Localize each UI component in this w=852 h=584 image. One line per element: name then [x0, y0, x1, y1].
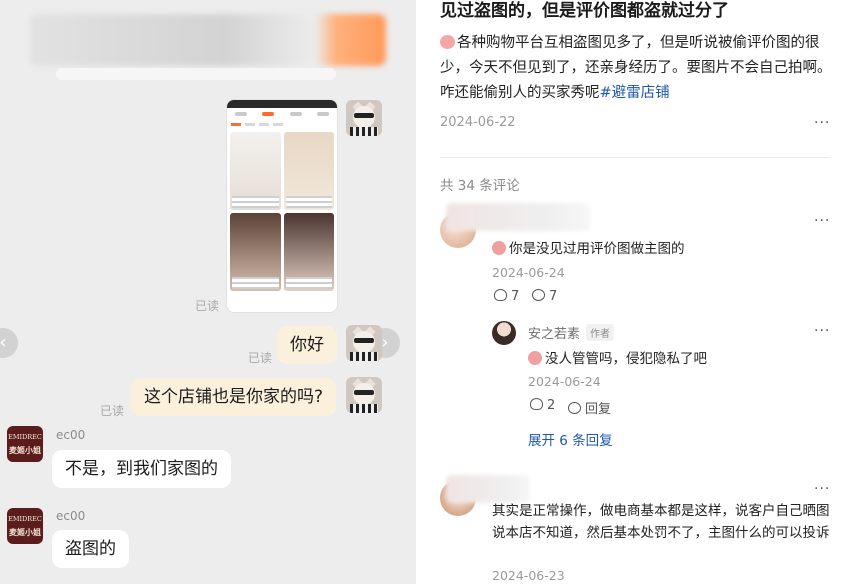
pig-emoji-icon: [440, 35, 455, 49]
chevron-left-icon: ‹: [0, 332, 7, 353]
shop-logo-text: 麦姬小姐: [9, 528, 41, 537]
reply-count-button[interactable]: 7: [532, 289, 557, 304]
sender-name: ec00: [56, 509, 86, 523]
reply-text: 没人管管吗，侵犯隐私了吧: [528, 347, 707, 367]
author-avatar[interactable]: [492, 321, 516, 345]
message-bubble-received[interactable]: 不是，到我们家图的: [52, 450, 231, 488]
like-button[interactable]: 7: [494, 289, 519, 304]
product-card: [230, 213, 281, 291]
message-bubble-sent[interactable]: 你好: [277, 326, 337, 364]
my-avatar[interactable]: [346, 377, 382, 413]
message-bubble-received[interactable]: 盗图的: [52, 530, 129, 568]
comment-icon: [568, 402, 581, 414]
my-avatar[interactable]: [346, 100, 382, 136]
message-bubble-sent[interactable]: 这个店铺也是你家的吗?: [131, 378, 337, 416]
blurred-message: [30, 14, 386, 66]
hashtag-link[interactable]: #避雷店铺: [600, 85, 670, 101]
reply-more-button[interactable]: ···: [814, 323, 830, 339]
comment-text: 其实是正常操作，做电商基本都是这样，说客户自己晒图说本店不知道，然后基本处罚不了…: [492, 503, 830, 541]
prev-image-button[interactable]: ‹: [0, 328, 18, 358]
heart-icon: [494, 289, 507, 301]
shop-logo-text: EMIDREC: [8, 433, 42, 441]
emoji-icon: [492, 241, 506, 255]
post-body: 各种购物平台互相盗图见多了，但是听说被偷评价图的很少，今天不但见到了，还亲身经历…: [440, 31, 840, 106]
screenshot-root: 已读 ‹ › 你好 已读 这个店铺也是你家的吗? 已读 EMIDREC 麦姬小姐…: [0, 0, 852, 584]
comment-more-button[interactable]: ···: [814, 481, 830, 497]
shop-avatar[interactable]: EMIDREC 麦姬小姐: [7, 508, 43, 544]
comment-text: 你是没见过用评价图做主图的: [492, 237, 685, 257]
product-card: [230, 132, 281, 210]
divider: [440, 157, 830, 158]
sender-name: ec00: [56, 428, 86, 442]
emoji-icon: [528, 351, 542, 365]
read-status: 已读: [248, 351, 273, 365]
shop-logo-text: 麦姬小姐: [9, 446, 41, 455]
chat-panel: 已读 ‹ › 你好 已读 这个店铺也是你家的吗? 已读 EMIDREC 麦姬小姐…: [0, 0, 416, 584]
chevron-right-icon: ›: [381, 332, 389, 353]
comment-icon: [532, 289, 545, 301]
comment-date: 2024-06-24: [492, 265, 565, 280]
product-card: [283, 132, 334, 210]
like-button[interactable]: 2: [530, 398, 555, 413]
author-badge: 作者: [586, 324, 615, 341]
reply-author[interactable]: 安之若素 作者: [528, 323, 615, 342]
blurred-username: [446, 203, 590, 231]
product-card: [283, 213, 334, 291]
phone-subtabs: [227, 120, 337, 129]
shop-avatar[interactable]: EMIDREC 麦姬小姐: [7, 426, 43, 462]
comment-more-button[interactable]: ···: [814, 213, 830, 229]
phone-tabs: [227, 108, 337, 120]
shared-image-message[interactable]: [226, 99, 338, 313]
shop-logo-text: EMIDREC: [8, 515, 42, 523]
expand-replies-link[interactable]: 展开 6 条回复: [528, 429, 613, 449]
phone-status-bar: [227, 100, 337, 108]
read-status: 已读: [100, 404, 125, 418]
blurred-username: [446, 475, 530, 503]
product-grid: [227, 129, 337, 294]
blurred-message-line: [56, 68, 336, 80]
my-avatar[interactable]: [346, 325, 382, 361]
post-panel: 见过盗图的，但是评价图都盗就过分了 各种购物平台互相盗图见多了，但是听说被偷评价…: [416, 0, 852, 584]
comment-count: 共 34 条评论: [440, 178, 520, 194]
post-date: 2024-06-22: [440, 115, 516, 130]
post-title: 见过盗图的，但是评价图都盗就过分了: [440, 1, 729, 21]
heart-icon: [530, 398, 543, 410]
comment-date: 2024-06-23: [492, 568, 565, 583]
post-more-button[interactable]: ···: [814, 115, 830, 131]
reply-date: 2024-06-24: [528, 374, 601, 389]
read-status: 已读: [195, 299, 220, 313]
reply-button[interactable]: 回复: [568, 398, 611, 417]
